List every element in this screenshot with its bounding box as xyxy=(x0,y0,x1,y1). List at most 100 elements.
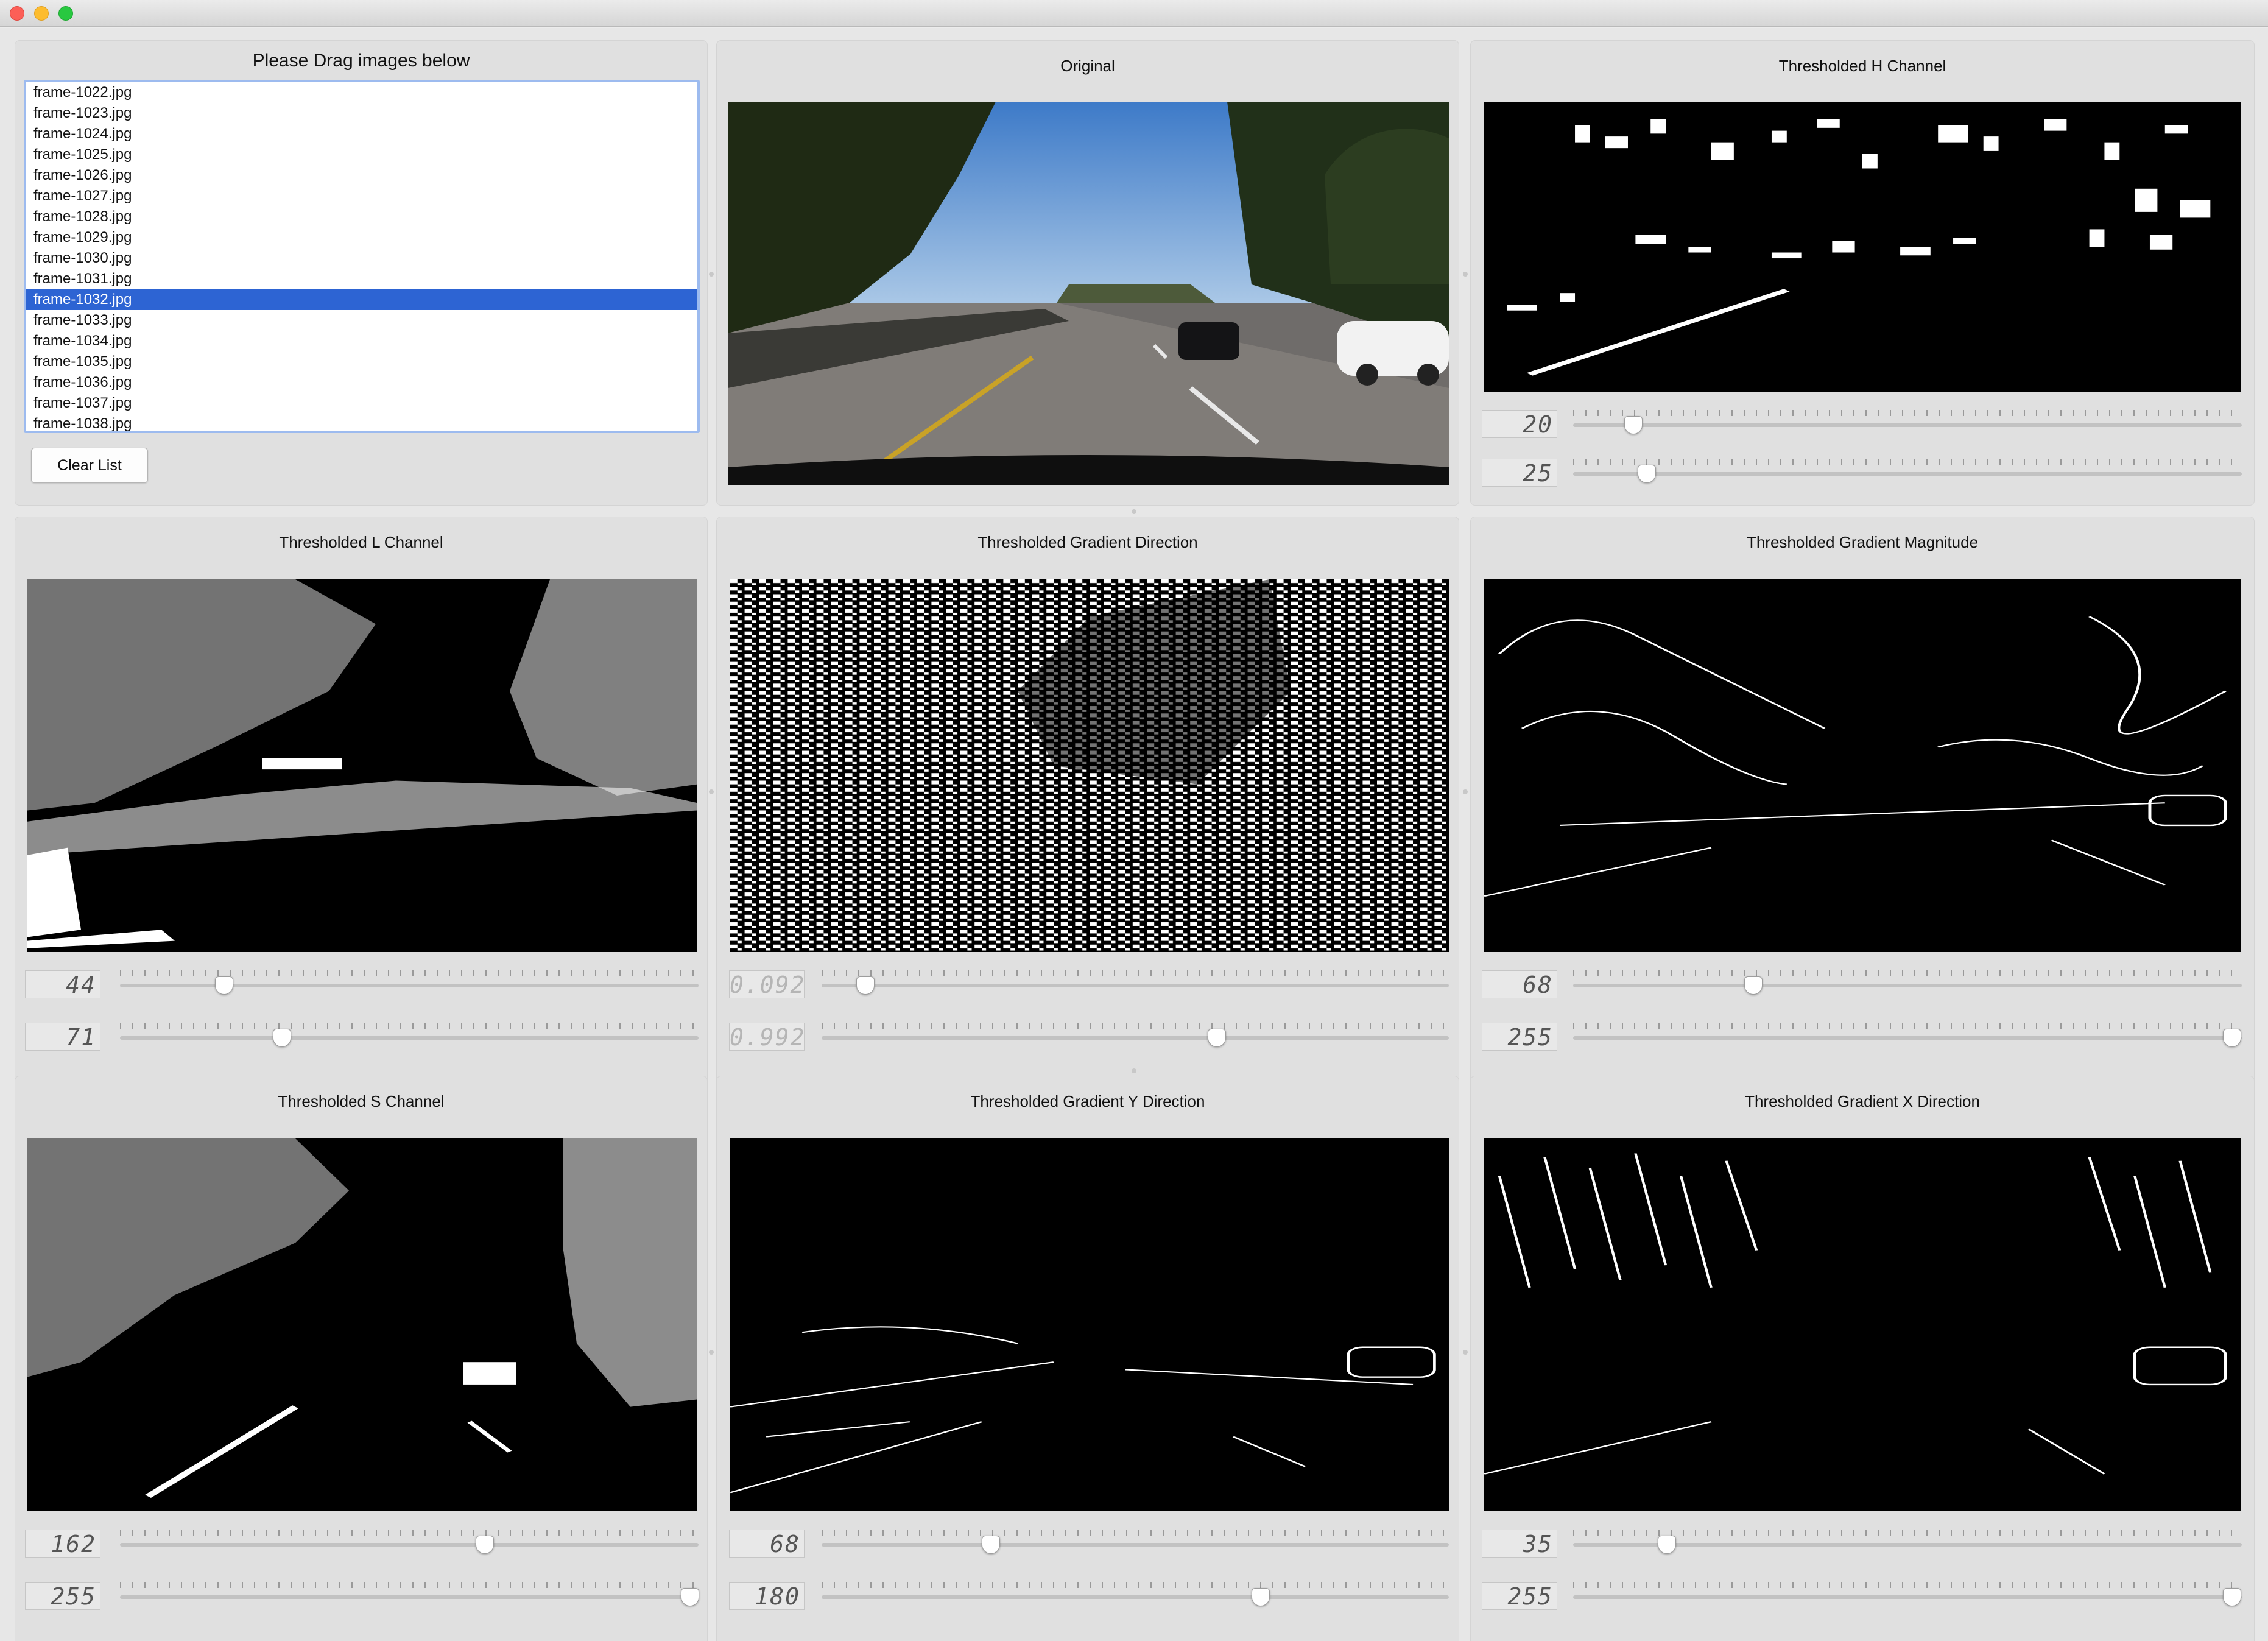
gradient-magnitude-image xyxy=(1484,579,2241,952)
h-channel-image xyxy=(1484,102,2241,392)
s-channel-image xyxy=(27,1138,697,1511)
splitter-handle[interactable] xyxy=(1132,1068,1136,1073)
panel-title-gradient-magnitude: Thresholded Gradient Magnitude xyxy=(1746,533,1979,551)
panel-title-h-channel: Thresholded H Channel xyxy=(1778,57,1946,75)
l-channel-mask xyxy=(27,579,697,952)
file-list-item[interactable]: frame-1029.jpg xyxy=(26,227,697,248)
file-list-panel: Please Drag images below frame-1022.jpg f… xyxy=(15,40,708,506)
splitter-handle[interactable] xyxy=(709,789,714,794)
minimize-window-button[interactable] xyxy=(34,6,49,21)
file-list-item[interactable]: frame-1028.jpg xyxy=(26,206,697,227)
file-list-item[interactable]: frame-1026.jpg xyxy=(26,165,697,186)
magnitude-high-readout: 255 xyxy=(1482,1023,1557,1051)
gradient-x-high-thumb[interactable] xyxy=(2222,1588,2241,1606)
road-photo xyxy=(728,102,1449,485)
s-channel-panel: Thresholded S Channel 162 255 xyxy=(15,1076,708,1641)
gradient-y-low-thumb[interactable] xyxy=(982,1536,1001,1554)
gradient-y-panel: Thresholded Gradient Y Direction 68 180 xyxy=(716,1076,1459,1641)
l-low-readout: 44 xyxy=(25,970,100,998)
splitter-handle[interactable] xyxy=(1132,509,1136,514)
h-low-thumb[interactable] xyxy=(1624,416,1643,434)
gradient-x-image xyxy=(1484,1138,2241,1511)
gradient-y-low-slider[interactable] xyxy=(822,1530,1449,1554)
magnitude-low-thumb[interactable] xyxy=(1744,976,1763,995)
direction-high-readout: 0.992 xyxy=(729,1023,806,1051)
l-channel-panel: Thresholded L Channel 44 71 xyxy=(15,517,708,1092)
direction-high-slider[interactable] xyxy=(822,1023,1449,1047)
gradient-x-low-thumb[interactable] xyxy=(1657,1536,1676,1554)
h-high-thumb[interactable] xyxy=(1637,465,1656,483)
gradient-x-low-readout: 35 xyxy=(1482,1530,1557,1558)
file-list-item[interactable]: frame-1031.jpg xyxy=(26,269,697,289)
original-panel: Original xyxy=(716,40,1459,506)
close-window-button[interactable] xyxy=(10,6,24,21)
direction-low-thumb[interactable] xyxy=(856,976,875,995)
file-list-item[interactable]: frame-1034.jpg xyxy=(26,331,697,351)
gradient-x-high-slider[interactable] xyxy=(1573,1582,2242,1606)
h-low-slider[interactable] xyxy=(1573,410,2242,434)
l-high-slider[interactable] xyxy=(120,1023,699,1047)
file-list-item[interactable]: frame-1036.jpg xyxy=(26,372,697,393)
splitter-handle[interactable] xyxy=(1463,272,1468,277)
panel-title-gradient-x: Thresholded Gradient X Direction xyxy=(1745,1092,1980,1110)
gradient-y-high-thumb[interactable] xyxy=(1252,1588,1270,1606)
gradient-y-mask xyxy=(730,1138,1449,1511)
s-high-thumb[interactable] xyxy=(680,1588,699,1606)
s-low-thumb[interactable] xyxy=(475,1536,494,1554)
s-high-slider[interactable] xyxy=(120,1582,699,1606)
file-list-item[interactable]: frame-1032.jpg xyxy=(26,289,697,310)
magnitude-low-slider[interactable] xyxy=(1573,970,2242,995)
s-channel-mask xyxy=(27,1138,697,1511)
l-high-thumb[interactable] xyxy=(273,1029,291,1047)
direction-low-slider[interactable] xyxy=(822,970,1449,995)
l-high-readout: 71 xyxy=(25,1023,100,1051)
gradient-magnitude-mask xyxy=(1484,579,2241,952)
h-low-readout: 20 xyxy=(1482,410,1557,438)
gradient-y-high-slider[interactable] xyxy=(822,1582,1449,1606)
h-high-slider[interactable] xyxy=(1573,459,2242,483)
s-low-readout: 162 xyxy=(25,1530,100,1558)
splitter-handle[interactable] xyxy=(1463,789,1468,794)
file-list-item[interactable]: frame-1022.jpg xyxy=(26,82,697,103)
splitter-handle[interactable] xyxy=(709,1350,714,1355)
splitter-handle[interactable] xyxy=(1463,1350,1468,1355)
maximize-window-button[interactable] xyxy=(58,6,73,21)
gradient-x-low-slider[interactable] xyxy=(1573,1530,2242,1554)
file-list-item[interactable]: frame-1035.jpg xyxy=(26,351,697,372)
magnitude-high-slider[interactable] xyxy=(1573,1023,2242,1047)
panel-title-l-channel: Thresholded L Channel xyxy=(279,533,443,551)
gradient-x-panel: Thresholded Gradient X Direction 35 255 xyxy=(1470,1076,2255,1641)
magnitude-high-thumb[interactable] xyxy=(2222,1029,2241,1047)
file-list-item[interactable]: frame-1038.jpg xyxy=(26,414,697,431)
gradient-direction-image xyxy=(730,579,1449,952)
panel-title-gradient-direction: Thresholded Gradient Direction xyxy=(977,533,1198,551)
gradient-y-low-readout: 68 xyxy=(729,1530,805,1558)
file-list-item[interactable]: frame-1024.jpg xyxy=(26,124,697,144)
magnitude-low-readout: 68 xyxy=(1482,970,1557,998)
file-list-item[interactable]: frame-1030.jpg xyxy=(26,248,697,269)
gradient-x-high-readout: 255 xyxy=(1482,1582,1557,1610)
file-list[interactable]: frame-1022.jpg frame-1023.jpg frame-1024.j… xyxy=(24,80,700,433)
file-list-item[interactable]: frame-1033.jpg xyxy=(26,310,697,331)
h-high-readout: 25 xyxy=(1482,459,1557,487)
s-low-slider[interactable] xyxy=(120,1530,699,1554)
direction-low-readout: 0.092 xyxy=(729,970,806,998)
l-low-thumb[interactable] xyxy=(215,976,233,995)
l-channel-image xyxy=(27,579,697,952)
file-list-item[interactable]: frame-1037.jpg xyxy=(26,393,697,414)
file-list-item[interactable]: frame-1023.jpg xyxy=(26,103,697,124)
h-channel-panel: Thresholded H Channel 20 25 xyxy=(1470,40,2255,506)
splitter-handle[interactable] xyxy=(709,272,714,277)
l-low-slider[interactable] xyxy=(120,970,699,995)
panel-title-original: Original xyxy=(1060,57,1115,75)
file-list-item[interactable]: frame-1027.jpg xyxy=(26,186,697,206)
panel-title-s-channel: Thresholded S Channel xyxy=(278,1092,445,1110)
file-panel-title: Please Drag images below xyxy=(252,51,470,71)
gradient-x-mask xyxy=(1484,1138,2241,1511)
main-window: Please Drag images below frame-1022.jpg f… xyxy=(0,28,2268,1641)
file-list-item[interactable]: frame-1025.jpg xyxy=(26,144,697,165)
clear-list-button[interactable]: Clear List xyxy=(31,448,148,483)
s-high-readout: 255 xyxy=(25,1582,100,1610)
gradient-y-high-readout: 180 xyxy=(729,1582,805,1610)
direction-high-thumb[interactable] xyxy=(1207,1029,1226,1047)
